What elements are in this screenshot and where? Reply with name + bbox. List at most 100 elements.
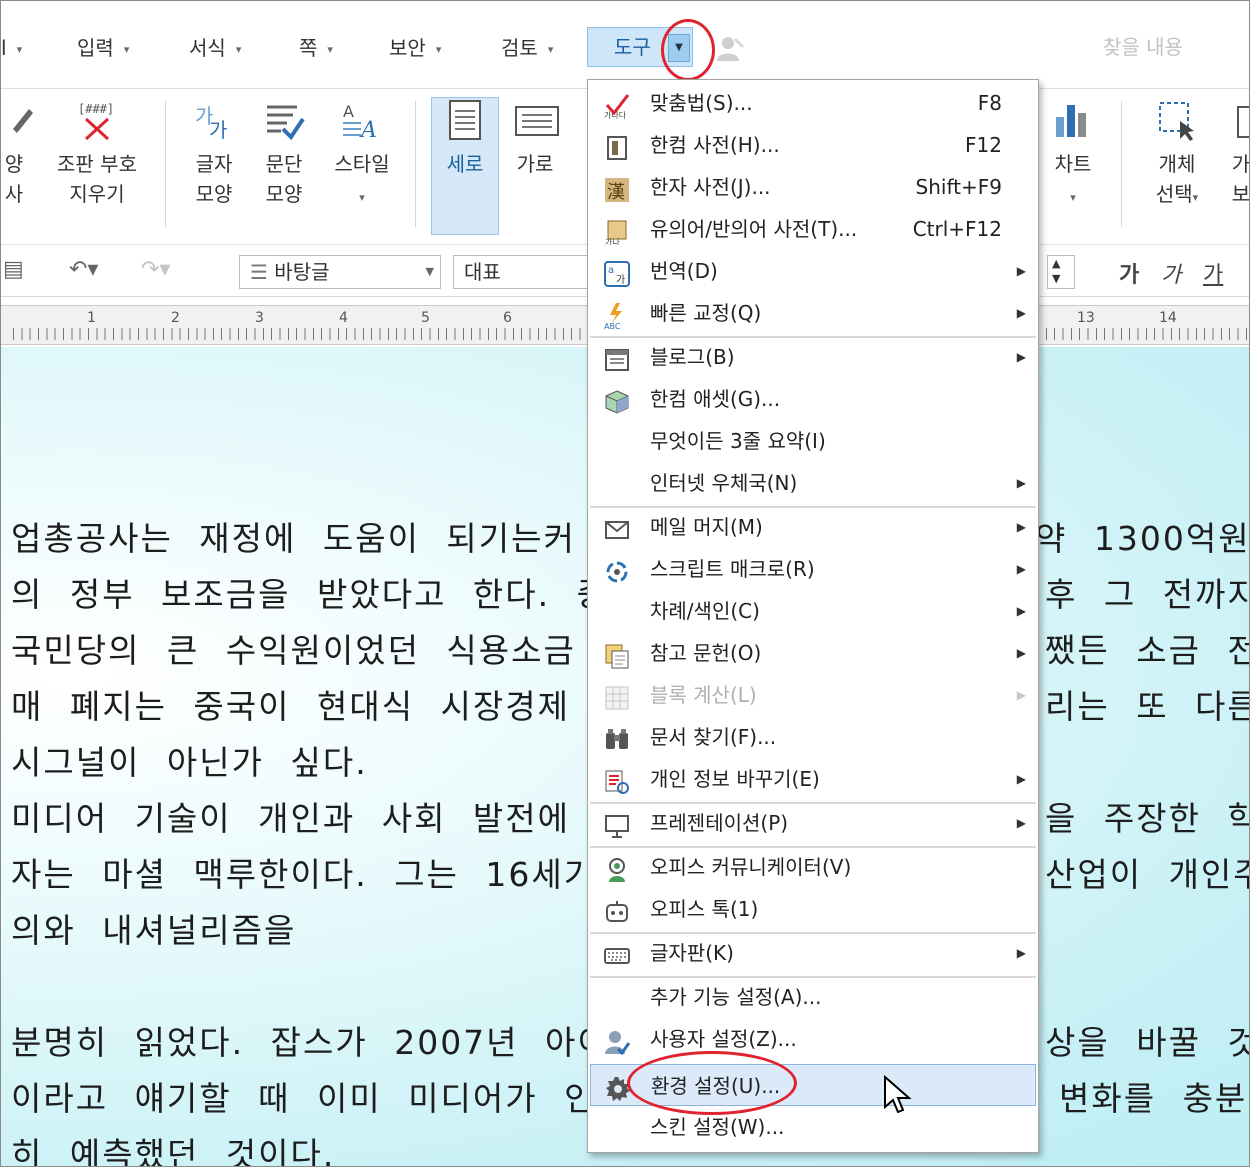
submenu-arrow-icon: ▶ xyxy=(1016,264,1026,278)
object-select-button[interactable]: 개체 선택▾ xyxy=(1143,99,1211,213)
menu-thesaurus[interactable]: 가나 유의어/반의어 사전(T)... Ctrl+F12 xyxy=(588,208,1038,250)
mouse-cursor-icon xyxy=(883,1074,913,1115)
ribbon-partial-left[interactable]: 양사 xyxy=(1,99,33,209)
menu-user-settings[interactable]: 사용자 설정(Z)... xyxy=(588,1018,1038,1060)
keyboard-icon xyxy=(604,941,630,967)
menu-bar: l ▾ 입력 ▾ 서식 ▾ 쪽 ▾ 보안 ▾ 검토 ▾ 도구 ▼ 찾을 내용 xyxy=(1,1,1249,89)
ruler-number: 1 xyxy=(87,310,96,326)
menu-toc-index[interactable]: 차례/색인(C) ▶ xyxy=(588,590,1038,632)
doc-line-right: 후 그 전까지 xyxy=(1045,575,1250,614)
translate-icon: a가 xyxy=(604,259,630,287)
bibliography-icon xyxy=(604,641,630,669)
block-calc-icon xyxy=(604,683,630,710)
menu-hanja-dictionary[interactable]: 漢 한자 사전(J)... Shift+F9 xyxy=(588,166,1038,208)
redo-icon[interactable]: ↷▾ xyxy=(141,257,170,282)
font-combo[interactable]: 대표 xyxy=(453,255,603,289)
menu-item-tools-label: 도구 xyxy=(614,35,651,59)
menu-office-communicator[interactable]: 오피스 커뮤니케이터(V) xyxy=(588,846,1038,888)
submenu-arrow-icon: ▶ xyxy=(1016,646,1026,660)
vertical-orientation-button[interactable]: 세로 xyxy=(433,99,497,179)
menu-item-review[interactable]: 검토 ▾ xyxy=(501,33,553,63)
menu-translate[interactable]: a가 번역(D) ▶ xyxy=(588,250,1038,292)
bar-chart-icon xyxy=(1052,99,1094,141)
annotation-circle-top xyxy=(661,19,715,81)
thesaurus-icon: 가나 xyxy=(604,217,630,247)
horizontal-orientation-button[interactable]: 가로 xyxy=(507,99,563,179)
menu-bibliography[interactable]: 참고 문헌(O) ▶ xyxy=(588,632,1038,674)
search-input[interactable]: 찾을 내용 xyxy=(1091,29,1249,65)
font-size-spinner[interactable]: ▲ ▼ xyxy=(1047,255,1075,289)
ruler-number: 2 xyxy=(171,310,180,326)
char-shape-icon: 가가 xyxy=(193,99,235,142)
menu-personal-info[interactable]: 개인 정보 바꾸기(E) ▶ xyxy=(588,758,1038,800)
tool-icon xyxy=(1,99,43,141)
char-shape-button[interactable]: 가가 글자 모양 xyxy=(187,99,241,209)
submenu-arrow-icon: ▶ xyxy=(1016,772,1026,786)
submenu-arrow-icon: ▶ xyxy=(1016,816,1026,830)
menu-block-calc: 블록 계산(L) ▶ xyxy=(588,674,1038,716)
menu-skin-settings[interactable]: 스킨 설정(W)... xyxy=(588,1106,1038,1148)
style-button[interactable]: AA 스타일 ▾ xyxy=(327,99,397,213)
menu-keyboard-layout[interactable]: 글자판(K) ▶ xyxy=(588,932,1038,974)
menu-hancom-asset[interactable]: 한컴 애셋(G)... xyxy=(588,378,1038,420)
menu-item-security[interactable]: 보안 ▾ xyxy=(389,33,441,63)
menu-addon-settings[interactable]: 추가 기능 설정(A)... xyxy=(588,976,1038,1018)
user-icon[interactable] xyxy=(715,35,745,61)
menu-blog[interactable]: 블로그(B) ▶ xyxy=(588,336,1038,378)
svg-text:가: 가 xyxy=(616,274,625,286)
menu-find-document[interactable]: 문서 찾기(F)... xyxy=(588,716,1038,758)
partial-tool-icon xyxy=(1227,99,1249,141)
personal-info-icon xyxy=(604,767,630,794)
office-talk-icon xyxy=(604,897,630,923)
submenu-arrow-icon: ▶ xyxy=(1016,562,1026,576)
portrait-page-icon xyxy=(444,99,486,141)
submenu-arrow-icon: ▶ xyxy=(1016,604,1026,618)
ribbon-separator xyxy=(415,101,416,227)
ruler-number: 14 xyxy=(1159,310,1177,326)
menu-script-macro[interactable]: 스크립트 매크로(R) ▶ xyxy=(588,548,1038,590)
submenu-arrow-icon: ▶ xyxy=(1016,688,1026,702)
submenu-arrow-icon: ▶ xyxy=(1016,350,1026,364)
para-shape-button[interactable]: 문단 모양 xyxy=(255,99,313,209)
spellcheck-icon: 가나다 xyxy=(604,91,630,120)
communicator-icon xyxy=(604,855,630,882)
svg-text:가나: 가나 xyxy=(605,238,620,245)
italic-button[interactable]: 가 xyxy=(1161,257,1181,289)
menu-quick-correct[interactable]: ABC 빠른 교정(Q) ▶ xyxy=(588,292,1038,334)
menu-office-talk[interactable]: 오피스 톡(1) xyxy=(588,888,1038,930)
svg-text:漢: 漢 xyxy=(607,182,625,203)
submenu-arrow-icon: ▶ xyxy=(1016,946,1026,960)
landscape-page-icon xyxy=(514,99,559,141)
clear-marks-button[interactable]: [###] 조판 부호 지우기 xyxy=(49,99,145,209)
menu-internet-post-office[interactable]: 인터넷 우체국(N) ▶ xyxy=(588,462,1038,504)
submenu-arrow-icon: ▶ xyxy=(1016,476,1026,490)
bold-button[interactable]: 가 xyxy=(1119,257,1139,289)
menu-item-format[interactable]: 서식 ▾ xyxy=(189,33,241,63)
doc-line-right: 리는 또 다른 xyxy=(1045,687,1250,726)
doc-icon[interactable]: ▤ xyxy=(3,257,24,282)
tools-menu: 가나다 맞춤법(S)... F8 한컴 사전(H)... F12 漢 한자 사전… xyxy=(587,79,1039,1153)
menu-item-partial[interactable]: l ▾ xyxy=(1,33,22,63)
menu-presentation[interactable]: 프레젠테이션(P) ▶ xyxy=(588,802,1038,844)
svg-text:ABC: ABC xyxy=(604,322,621,329)
menu-hancom-dictionary[interactable]: 한컴 사전(H)... F12 xyxy=(588,124,1038,166)
doc-line-right: 변화를 충분 xyxy=(1059,1079,1248,1118)
menu-item-page[interactable]: 쪽 ▾ xyxy=(299,33,333,63)
svg-text:A: A xyxy=(359,118,377,141)
menu-three-line-summary[interactable]: 무엇이든 3줄 요약(I) xyxy=(588,420,1038,462)
underline-button[interactable]: 가 xyxy=(1203,257,1223,289)
style-icon: AA xyxy=(341,99,383,143)
menu-item-input[interactable]: 입력 ▾ xyxy=(77,33,129,63)
ribbon-partial-right[interactable]: 가보 xyxy=(1227,99,1249,209)
svg-text:가: 가 xyxy=(209,118,227,141)
chart-button[interactable]: 차트 ▾ xyxy=(1045,99,1101,213)
style-combo[interactable]: ☰ 바탕글 ▼ xyxy=(239,255,441,289)
ruler-number: 5 xyxy=(421,310,430,326)
ruler-number: 4 xyxy=(339,310,348,326)
menu-spellcheck[interactable]: 가나다 맞춤법(S)... F8 xyxy=(588,82,1038,124)
doc-line-right: 쨌든 소금 전 xyxy=(1045,631,1250,670)
submenu-arrow-icon: ▶ xyxy=(1016,520,1026,534)
doc-line-right: 상을 바꿀 것 xyxy=(1045,1023,1250,1062)
menu-mail-merge[interactable]: 메일 머지(M) ▶ xyxy=(588,506,1038,548)
undo-icon[interactable]: ↶▾ xyxy=(69,257,98,282)
